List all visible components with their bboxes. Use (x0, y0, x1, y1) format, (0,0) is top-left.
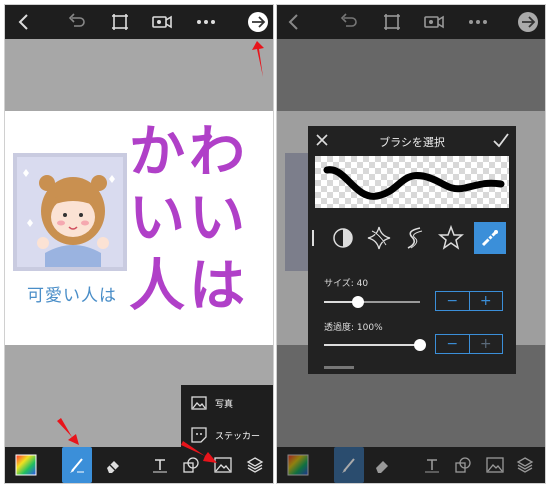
undo-icon[interactable] (333, 5, 363, 39)
opacity-label: 透過度: 100% (324, 323, 383, 333)
opacity-increase-button[interactable]: + (468, 335, 503, 353)
opacity-slider[interactable] (324, 339, 426, 351)
opacity-stepper[interactable]: − + (435, 334, 503, 354)
annotation-arrow-next (252, 41, 264, 77)
size-stepper[interactable]: − + (435, 291, 503, 311)
layers-icon[interactable] (510, 447, 540, 483)
annotation-arrow-brush (57, 418, 79, 445)
truncated-next-label (324, 366, 354, 369)
video-record-icon[interactable] (419, 5, 449, 39)
confirm-check-icon[interactable] (492, 132, 510, 148)
annotation-arrows (57, 41, 264, 463)
more-options-icon[interactable] (463, 5, 493, 39)
size-increase-button[interactable]: + (468, 292, 503, 310)
brush-type-swirl-icon[interactable] (402, 225, 426, 251)
right-screen: ブラシを選択 サイズ: 40 − + 透過度: 100% − + (276, 4, 546, 484)
brush-type-row (308, 218, 516, 262)
brush-type-partial-icon[interactable] (312, 228, 316, 248)
size-label: サイズ: 40 (324, 279, 369, 289)
annotation-arrow-image (181, 441, 217, 463)
brush-type-star-spiral-icon[interactable] (366, 225, 392, 251)
opacity-slider-knob[interactable] (414, 339, 426, 351)
brush-tool-button[interactable] (334, 447, 364, 483)
brush-type-circle-icon[interactable] (332, 227, 354, 249)
brush-type-star-icon[interactable] (438, 225, 464, 251)
opacity-decrease-button[interactable]: − (436, 335, 469, 353)
opacity-slider-fill (324, 344, 420, 346)
image-icon[interactable] (480, 447, 510, 483)
back-icon[interactable] (279, 5, 309, 39)
size-slider[interactable] (324, 296, 420, 308)
dialog-title: ブラシを選択 (379, 136, 445, 149)
left-screen: 可愛い人は かわ いい 人は 写真 ステッカー (4, 4, 274, 484)
brush-select-dialog: ブラシを選択 サイズ: 40 − + 透過度: 100% − + (308, 126, 516, 374)
next-arrow-button[interactable] (513, 5, 543, 39)
crop-icon[interactable] (377, 5, 407, 39)
shapes-icon[interactable] (448, 447, 478, 483)
size-slider-knob[interactable] (351, 296, 364, 308)
size-decrease-button[interactable]: − (436, 292, 469, 310)
bottom-toolbar (277, 447, 545, 483)
text-tool-icon[interactable] (417, 447, 447, 483)
color-picker-icon[interactable] (283, 447, 313, 483)
top-toolbar (277, 5, 545, 39)
brush-stroke-preview (315, 156, 509, 208)
eraser-icon[interactable] (367, 447, 397, 483)
brush-type-pattern-selected[interactable] (474, 222, 506, 254)
